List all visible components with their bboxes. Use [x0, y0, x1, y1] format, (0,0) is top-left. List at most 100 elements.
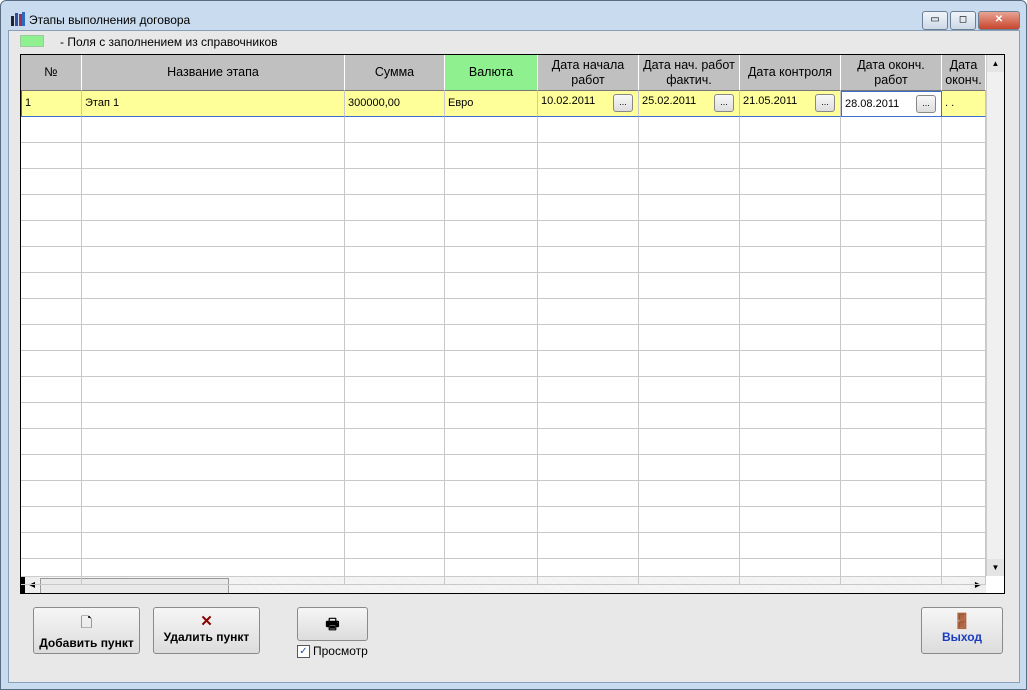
- empty-cell[interactable]: [21, 377, 82, 403]
- cell-currency[interactable]: Евро: [445, 91, 538, 117]
- empty-cell[interactable]: [82, 403, 345, 429]
- empty-cell[interactable]: [445, 195, 538, 221]
- empty-cell[interactable]: [538, 325, 639, 351]
- empty-cell[interactable]: [841, 455, 942, 481]
- empty-cell[interactable]: [942, 377, 986, 403]
- empty-cell[interactable]: [942, 455, 986, 481]
- empty-cell[interactable]: [942, 117, 986, 143]
- vertical-scrollbar[interactable]: ▲ ▼: [986, 55, 1004, 576]
- empty-cell[interactable]: [82, 533, 345, 559]
- empty-cell[interactable]: [740, 325, 841, 351]
- empty-cell[interactable]: [21, 221, 82, 247]
- empty-cell[interactable]: [538, 273, 639, 299]
- empty-cell[interactable]: [639, 481, 740, 507]
- empty-cell[interactable]: [841, 325, 942, 351]
- empty-cell[interactable]: [21, 247, 82, 273]
- empty-cell[interactable]: [21, 481, 82, 507]
- empty-cell[interactable]: [841, 117, 942, 143]
- column-header-amount[interactable]: Сумма: [345, 55, 445, 91]
- empty-cell[interactable]: [942, 195, 986, 221]
- empty-cell[interactable]: [639, 429, 740, 455]
- scroll-down-icon[interactable]: ▼: [987, 559, 1004, 576]
- date-picker-button[interactable]: ...: [714, 94, 734, 112]
- empty-cell[interactable]: [942, 273, 986, 299]
- empty-cell[interactable]: [345, 455, 445, 481]
- empty-cell[interactable]: [639, 507, 740, 533]
- empty-cell[interactable]: [21, 325, 82, 351]
- empty-cell[interactable]: [82, 559, 345, 585]
- empty-cell[interactable]: [942, 481, 986, 507]
- empty-cell[interactable]: [345, 377, 445, 403]
- empty-cell[interactable]: [740, 507, 841, 533]
- empty-cell[interactable]: [740, 247, 841, 273]
- delete-item-button[interactable]: ✕ Удалить пункт: [153, 607, 260, 654]
- empty-cell[interactable]: [445, 429, 538, 455]
- empty-cell[interactable]: [841, 195, 942, 221]
- add-item-button[interactable]: 🗋 Добавить пункт: [33, 607, 140, 654]
- empty-cell[interactable]: [942, 507, 986, 533]
- empty-cell[interactable]: [538, 507, 639, 533]
- column-header-currency[interactable]: Валюта: [445, 55, 538, 91]
- empty-cell[interactable]: [445, 117, 538, 143]
- empty-cell[interactable]: [538, 143, 639, 169]
- empty-cell[interactable]: [740, 481, 841, 507]
- date-picker-button[interactable]: ...: [916, 95, 936, 113]
- empty-cell[interactable]: [740, 559, 841, 585]
- empty-cell[interactable]: [445, 559, 538, 585]
- empty-cell[interactable]: [21, 429, 82, 455]
- empty-cell[interactable]: [538, 533, 639, 559]
- empty-cell[interactable]: [82, 455, 345, 481]
- column-header-end-date[interactable]: Дата оконч. работ: [841, 55, 942, 91]
- empty-cell[interactable]: [841, 429, 942, 455]
- empty-cell[interactable]: [740, 299, 841, 325]
- empty-cell[interactable]: [538, 169, 639, 195]
- column-header-actual-start-date[interactable]: Дата нач. работ фактич.: [639, 55, 740, 91]
- column-header-start-date[interactable]: Дата начала работ: [538, 55, 639, 91]
- empty-cell[interactable]: [345, 195, 445, 221]
- empty-cell[interactable]: [21, 403, 82, 429]
- empty-cell[interactable]: [445, 507, 538, 533]
- cell-end-date-2[interactable]: . .: [942, 91, 986, 117]
- empty-cell[interactable]: [639, 169, 740, 195]
- empty-cell[interactable]: [841, 559, 942, 585]
- empty-cell[interactable]: [538, 195, 639, 221]
- empty-cell[interactable]: [639, 455, 740, 481]
- cell-actual-start-date[interactable]: 25.02.2011...: [639, 91, 740, 117]
- empty-cell[interactable]: [740, 533, 841, 559]
- minimize-button[interactable]: ▭: [922, 11, 948, 30]
- empty-cell[interactable]: [639, 377, 740, 403]
- empty-cell[interactable]: [942, 169, 986, 195]
- empty-cell[interactable]: [82, 221, 345, 247]
- empty-cell[interactable]: [841, 221, 942, 247]
- stages-grid[interactable]: ▲ ▼ ◀ ▶ № Название этапа Сумма Валюта Дата н…: [20, 54, 1005, 594]
- empty-cell[interactable]: [841, 143, 942, 169]
- empty-cell[interactable]: [740, 117, 841, 143]
- restore-button[interactable]: ◻: [950, 11, 976, 30]
- empty-cell[interactable]: [21, 169, 82, 195]
- empty-cell[interactable]: [639, 143, 740, 169]
- empty-cell[interactable]: [942, 143, 986, 169]
- date-picker-button[interactable]: ...: [815, 94, 835, 112]
- checkbox-checked-icon[interactable]: ✓: [297, 644, 310, 658]
- empty-cell[interactable]: [82, 169, 345, 195]
- empty-cell[interactable]: [942, 351, 986, 377]
- cell-number[interactable]: 1: [21, 91, 82, 117]
- empty-cell[interactable]: [639, 221, 740, 247]
- empty-cell[interactable]: [942, 403, 986, 429]
- empty-cell[interactable]: [82, 351, 345, 377]
- empty-cell[interactable]: [639, 325, 740, 351]
- empty-cell[interactable]: [445, 533, 538, 559]
- empty-cell[interactable]: [345, 533, 445, 559]
- empty-cell[interactable]: [445, 221, 538, 247]
- print-button[interactable]: 🖶: [297, 607, 368, 641]
- empty-cell[interactable]: [445, 299, 538, 325]
- empty-cell[interactable]: [345, 221, 445, 247]
- empty-cell[interactable]: [345, 325, 445, 351]
- empty-cell[interactable]: [445, 377, 538, 403]
- empty-cell[interactable]: [538, 117, 639, 143]
- empty-cell[interactable]: [82, 273, 345, 299]
- empty-cell[interactable]: [82, 117, 345, 143]
- exit-button[interactable]: 🚪 Выход: [921, 607, 1003, 654]
- empty-cell[interactable]: [639, 559, 740, 585]
- empty-cell[interactable]: [942, 325, 986, 351]
